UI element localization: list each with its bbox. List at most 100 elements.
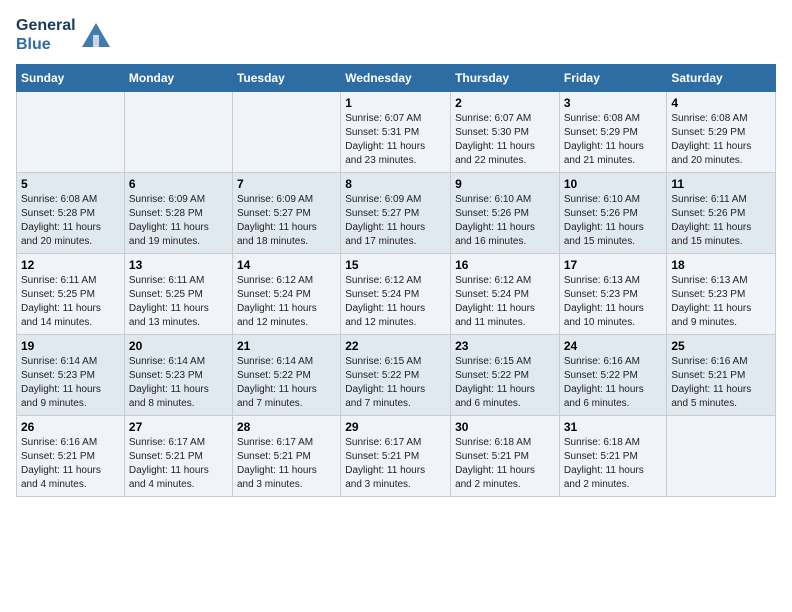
calendar-cell: [232, 92, 340, 173]
day-number: 26: [21, 420, 120, 434]
calendar-cell: 22 Sunrise: 6:15 AM Sunset: 5:22 PM Dayli…: [341, 335, 451, 416]
day-number: 29: [345, 420, 446, 434]
day-number: 18: [671, 258, 771, 272]
day-number: 25: [671, 339, 771, 353]
page-header: General Blue: [16, 16, 776, 54]
calendar-cell: 21Sunrise: 6:14 AM Sunset: 5:22 PM Dayli…: [232, 335, 340, 416]
day-info: Sunrise: 6:12 AM Sunset: 5:24 PM Dayligh…: [345, 274, 446, 330]
day-info: Sunrise: 6:15 AM Sunset: 5:22 PM Dayligh…: [455, 355, 555, 411]
calendar-cell: 26 Sunrise: 6:16 AM Sunset: 5:21 PM Dayli…: [17, 416, 125, 497]
day-number: 5: [21, 177, 120, 191]
day-number: 28: [237, 420, 336, 434]
calendar-cell: 9 Sunrise: 6:10 AM Sunset: 5:26 PM Daylig…: [451, 173, 560, 254]
calendar-cell: [667, 416, 776, 497]
calendar-week-row: 26 Sunrise: 6:16 AM Sunset: 5:21 PM Dayli…: [17, 416, 776, 497]
calendar-cell: 7 Sunrise: 6:09 AM Sunset: 5:27 PM Daylig…: [232, 173, 340, 254]
day-number: 31: [564, 420, 663, 434]
weekday-header-monday: Monday: [124, 65, 232, 92]
day-info: Sunrise: 6:16 AM Sunset: 5:21 PM Dayligh…: [21, 436, 120, 492]
day-number: 2: [455, 96, 555, 110]
day-info: Sunrise: 6:11 AM Sunset: 5:26 PM Dayligh…: [671, 193, 771, 249]
day-info: Sunrise: 6:08 AM Sunset: 5:29 PM Dayligh…: [564, 112, 663, 168]
day-number: 20: [129, 339, 228, 353]
calendar-cell: 17 Sunrise: 6:13 AM Sunset: 5:23 PM Dayli…: [559, 254, 667, 335]
calendar-table: SundayMondayTuesdayWednesdayThursdayFrid…: [16, 64, 776, 497]
day-info: Sunrise: 6:10 AM Sunset: 5:26 PM Dayligh…: [455, 193, 555, 249]
calendar-cell: 3 Sunrise: 6:08 AM Sunset: 5:29 PM Daylig…: [559, 92, 667, 173]
day-info: Sunrise: 6:14 AM Sunset: 5:23 PM Dayligh…: [129, 355, 228, 411]
calendar-cell: 1 Sunrise: 6:07 AM Sunset: 5:31 PM Daylig…: [341, 92, 451, 173]
day-info: Sunrise: 6:08 AM Sunset: 5:28 PM Dayligh…: [21, 193, 120, 249]
day-info: Sunrise: 6:09 AM Sunset: 5:27 PM Dayligh…: [237, 193, 336, 249]
day-number: 4: [671, 96, 771, 110]
weekday-header-friday: Friday: [559, 65, 667, 92]
day-info: Sunrise: 6:14 AM Sunset: 5:23 PM Dayligh…: [21, 355, 120, 411]
calendar-week-row: 5 Sunrise: 6:08 AM Sunset: 5:28 PM Daylig…: [17, 173, 776, 254]
weekday-header-sunday: Sunday: [17, 65, 125, 92]
day-number: 7: [237, 177, 336, 191]
calendar-cell: 31 Sunrise: 6:18 AM Sunset: 5:21 PM Dayli…: [559, 416, 667, 497]
day-number: 30: [455, 420, 555, 434]
calendar-cell: 8Sunrise: 6:09 AM Sunset: 5:27 PM Daylig…: [341, 173, 451, 254]
calendar-cell: 15 Sunrise: 6:12 AM Sunset: 5:24 PM Dayli…: [341, 254, 451, 335]
weekday-header-thursday: Thursday: [451, 65, 560, 92]
day-info: Sunrise: 6:18 AM Sunset: 5:21 PM Dayligh…: [455, 436, 555, 492]
calendar-cell: 25Sunrise: 6:16 AM Sunset: 5:21 PM Dayli…: [667, 335, 776, 416]
calendar-week-row: 1 Sunrise: 6:07 AM Sunset: 5:31 PM Daylig…: [17, 92, 776, 173]
calendar-cell: 24Sunrise: 6:16 AM Sunset: 5:22 PM Dayli…: [559, 335, 667, 416]
calendar-cell: [17, 92, 125, 173]
calendar-cell: 4 Sunrise: 6:08 AM Sunset: 5:29 PM Daylig…: [667, 92, 776, 173]
day-number: 19: [21, 339, 120, 353]
day-info: Sunrise: 6:11 AM Sunset: 5:25 PM Dayligh…: [21, 274, 120, 330]
day-info: Sunrise: 6:12 AM Sunset: 5:24 PM Dayligh…: [455, 274, 555, 330]
day-info: Sunrise: 6:11 AM Sunset: 5:25 PM Dayligh…: [129, 274, 228, 330]
calendar-cell: 20 Sunrise: 6:14 AM Sunset: 5:23 PM Dayli…: [124, 335, 232, 416]
weekday-header-wednesday: Wednesday: [341, 65, 451, 92]
day-number: 21: [237, 339, 336, 353]
day-number: 11: [671, 177, 771, 191]
day-info: Sunrise: 6:15 AM Sunset: 5:22 PM Dayligh…: [345, 355, 446, 411]
weekday-header-row: SundayMondayTuesdayWednesdayThursdayFrid…: [17, 65, 776, 92]
day-info: Sunrise: 6:08 AM Sunset: 5:29 PM Dayligh…: [671, 112, 771, 168]
calendar-cell: 23 Sunrise: 6:15 AM Sunset: 5:22 PM Dayli…: [451, 335, 560, 416]
day-info: Sunrise: 6:07 AM Sunset: 5:30 PM Dayligh…: [455, 112, 555, 168]
day-number: 14: [237, 258, 336, 272]
calendar-cell: 16Sunrise: 6:12 AM Sunset: 5:24 PM Dayli…: [451, 254, 560, 335]
calendar-cell: 14 Sunrise: 6:12 AM Sunset: 5:24 PM Dayli…: [232, 254, 340, 335]
calendar-cell: 2 Sunrise: 6:07 AM Sunset: 5:30 PM Daylig…: [451, 92, 560, 173]
weekday-header-saturday: Saturday: [667, 65, 776, 92]
day-info: Sunrise: 6:17 AM Sunset: 5:21 PM Dayligh…: [345, 436, 446, 492]
calendar-cell: 18Sunrise: 6:13 AM Sunset: 5:23 PM Dayli…: [667, 254, 776, 335]
day-number: 23: [455, 339, 555, 353]
day-number: 3: [564, 96, 663, 110]
day-number: 12: [21, 258, 120, 272]
day-info: Sunrise: 6:09 AM Sunset: 5:28 PM Dayligh…: [129, 193, 228, 249]
day-info: Sunrise: 6:18 AM Sunset: 5:21 PM Dayligh…: [564, 436, 663, 492]
calendar-cell: [124, 92, 232, 173]
day-info: Sunrise: 6:13 AM Sunset: 5:23 PM Dayligh…: [564, 274, 663, 330]
calendar-week-row: 19 Sunrise: 6:14 AM Sunset: 5:23 PM Dayli…: [17, 335, 776, 416]
calendar-cell: 13 Sunrise: 6:11 AM Sunset: 5:25 PM Dayli…: [124, 254, 232, 335]
day-number: 27: [129, 420, 228, 434]
calendar-cell: 30 Sunrise: 6:18 AM Sunset: 5:21 PM Dayli…: [451, 416, 560, 497]
day-info: Sunrise: 6:12 AM Sunset: 5:24 PM Dayligh…: [237, 274, 336, 330]
weekday-header-tuesday: Tuesday: [232, 65, 340, 92]
calendar-cell: 27Sunrise: 6:17 AM Sunset: 5:21 PM Dayli…: [124, 416, 232, 497]
calendar-cell: 5 Sunrise: 6:08 AM Sunset: 5:28 PM Daylig…: [17, 173, 125, 254]
day-number: 9: [455, 177, 555, 191]
day-number: 8: [345, 177, 446, 191]
day-number: 6: [129, 177, 228, 191]
logo: General Blue: [16, 16, 112, 54]
day-number: 24: [564, 339, 663, 353]
day-number: 17: [564, 258, 663, 272]
day-number: 15: [345, 258, 446, 272]
day-number: 22: [345, 339, 446, 353]
day-number: 13: [129, 258, 228, 272]
day-info: Sunrise: 6:17 AM Sunset: 5:21 PM Dayligh…: [237, 436, 336, 492]
calendar-cell: 28 Sunrise: 6:17 AM Sunset: 5:21 PM Dayli…: [232, 416, 340, 497]
calendar-cell: 11 Sunrise: 6:11 AM Sunset: 5:26 PM Dayli…: [667, 173, 776, 254]
day-info: Sunrise: 6:07 AM Sunset: 5:31 PM Dayligh…: [345, 112, 446, 168]
day-number: 1: [345, 96, 446, 110]
calendar-cell: 12 Sunrise: 6:11 AM Sunset: 5:25 PM Dayli…: [17, 254, 125, 335]
calendar-cell: 19 Sunrise: 6:14 AM Sunset: 5:23 PM Dayli…: [17, 335, 125, 416]
